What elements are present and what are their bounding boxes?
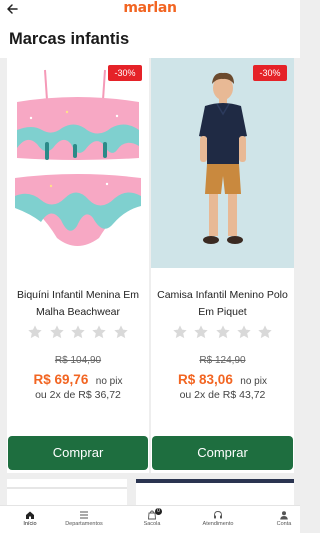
nav-departments[interactable]: Departamentos — [54, 506, 114, 533]
rating-stars — [151, 324, 294, 342]
top-bar: marlan — [0, 0, 300, 20]
home-icon — [26, 511, 34, 519]
product-image[interactable]: -30% — [151, 58, 294, 268]
list-icon — [80, 511, 88, 519]
star-icon — [71, 325, 85, 339]
product-card[interactable]: -30% Camisa Infantil Menino Polo Em Piqu… — [151, 58, 294, 473]
nav-label: Conta — [276, 521, 292, 527]
nav-label: Início — [23, 521, 37, 527]
product-name[interactable]: Camisa Infantil Menino Polo Em Piquet — [157, 287, 288, 321]
old-price: R$ 104,90 — [54, 355, 102, 366]
buy-button[interactable]: Comprar — [8, 436, 148, 470]
old-price: R$ 124,90 — [199, 355, 246, 366]
current-price: R$ 83,06 — [178, 372, 233, 387]
pix-label: no pix — [240, 376, 267, 387]
card-image-edge — [136, 479, 294, 483]
current-price: R$ 69,76 — [33, 372, 89, 387]
discount-badge: -30% — [253, 65, 287, 81]
product-card[interactable]: -30% Biquíni Infantil Menina Em Malha Be… — [7, 58, 149, 473]
bottom-nav: Início Departamentos 0 Sacola Atendiment… — [0, 505, 300, 533]
nav-bag[interactable]: 0 Sacola — [122, 506, 182, 533]
star-icon — [49, 325, 64, 339]
nav-account[interactable]: Conta — [254, 506, 314, 533]
installments: ou 2x de R$ 36,72 — [35, 389, 121, 401]
card-divider — [7, 487, 127, 489]
star-icon — [28, 325, 42, 339]
nav-label: Atendimento — [202, 521, 234, 527]
product-name[interactable]: Biquíni Infantil Menina Em Malha Beachwe… — [13, 287, 143, 321]
boy-polo-image — [151, 58, 294, 268]
product-image[interactable]: -30% — [7, 58, 149, 268]
pix-label: no pix — [95, 376, 123, 387]
cart-count-badge: 0 — [155, 508, 162, 515]
nav-support[interactable]: Atendimento — [188, 506, 248, 533]
buy-button[interactable]: Comprar — [152, 436, 293, 470]
star-icon — [194, 325, 208, 339]
star-icon — [114, 325, 128, 339]
user-icon — [280, 511, 288, 520]
star-icon — [215, 325, 230, 339]
nav-label: Sacola — [143, 521, 161, 527]
rating-stars — [7, 324, 149, 342]
installments: ou 2x de R$ 43,72 — [179, 389, 266, 401]
swimsuit-image — [7, 58, 149, 268]
star-icon — [258, 325, 273, 339]
price-line: R$ 83,06 no pix — [151, 371, 294, 389]
nav-label: Departamentos — [65, 521, 103, 527]
price-line: R$ 69,76 no pix — [7, 371, 149, 389]
star-icon — [172, 325, 187, 339]
headset-icon — [214, 511, 222, 519]
star-icon — [237, 325, 251, 339]
section-title: Marcas infantis — [9, 30, 130, 48]
brand-logo[interactable]: marlan — [0, 0, 300, 16]
star-icon — [92, 325, 107, 339]
nav-home[interactable]: Início — [0, 506, 60, 533]
discount-badge: -30% — [108, 65, 142, 81]
